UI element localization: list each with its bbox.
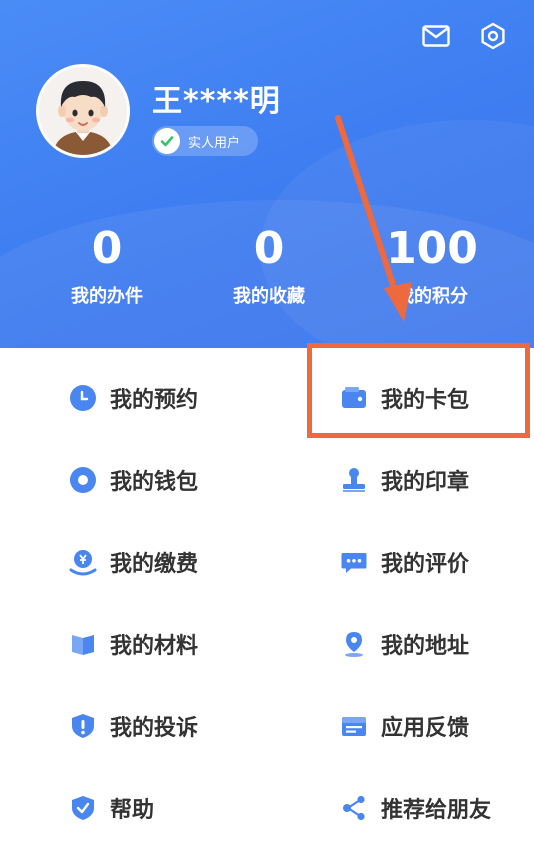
mail-icon[interactable] — [420, 20, 452, 52]
menu-item-payments[interactable]: 我的缴费 — [68, 532, 198, 592]
stat-label: 我的积分 — [396, 286, 468, 307]
username: 王****明 — [152, 84, 281, 119]
menu-item-appointments[interactable]: 我的预约 — [68, 368, 198, 428]
location-icon — [339, 629, 369, 659]
stat-label: 我的收藏 — [233, 286, 305, 307]
clock-icon — [68, 383, 98, 413]
menu-item-app-feedback[interactable]: 应用反馈 — [339, 696, 469, 756]
verified-label: 实人用户 — [188, 135, 241, 151]
menu-item-wallet[interactable]: 我的钱包 — [68, 450, 198, 510]
menu-item-label: 我的卡包 — [381, 388, 470, 413]
comment-icon — [339, 547, 369, 577]
shield-icon — [68, 793, 98, 823]
menu-item-label: 我的投诉 — [110, 716, 199, 741]
menu-item-label: 我的材料 — [110, 634, 199, 659]
menu-item-seals[interactable]: 我的印章 — [339, 450, 469, 510]
avatar[interactable] — [36, 64, 130, 158]
menu-item-card-wallet[interactable]: 我的卡包 — [339, 368, 469, 428]
settings-icon[interactable] — [477, 20, 509, 52]
card-wallet-icon — [339, 383, 369, 413]
complaint-icon — [68, 711, 98, 741]
menu-item-reviews[interactable]: 我的评价 — [339, 532, 469, 592]
stat-label: 我的办件 — [71, 286, 143, 307]
stat-my-favorites[interactable]: 0 我的收藏 — [194, 224, 344, 308]
menu-item-label: 帮助 — [110, 798, 155, 823]
feedback-icon — [339, 711, 369, 741]
menu-item-label: 我的地址 — [381, 634, 470, 659]
check-icon — [154, 128, 180, 154]
menu-item-share[interactable]: 推荐给朋友 — [339, 778, 491, 838]
menu-item-label: 应用反馈 — [381, 716, 470, 741]
menu-item-help[interactable]: 帮助 — [68, 778, 154, 838]
share-icon — [339, 793, 369, 823]
menu-item-materials[interactable]: 我的材料 — [68, 614, 198, 674]
service-menu: 我的预约 我的钱包 我的缴费 我的材料 我的投诉 帮助 我的卡包 我的印章 我的… — [0, 348, 534, 867]
menu-item-addresses[interactable]: 我的地址 — [339, 614, 469, 674]
menu-item-label: 推荐给朋友 — [381, 798, 492, 823]
profile-header: 王****明 实人用户 0 我的办件 0 我的收藏 100 我的积分 — [0, 0, 534, 348]
menu-item-label: 我的印章 — [381, 470, 470, 495]
verified-user-badge: 实人用户 — [152, 126, 258, 156]
stamp-icon — [339, 465, 369, 495]
menu-item-label: 我的钱包 — [110, 470, 199, 495]
stat-my-points[interactable]: 100 我的积分 — [357, 224, 507, 308]
stat-my-cases[interactable]: 0 我的办件 — [32, 224, 182, 308]
wallet-coin-icon — [68, 465, 98, 495]
stat-value: 100 — [386, 223, 478, 274]
menu-item-complaints[interactable]: 我的投诉 — [68, 696, 198, 756]
menu-item-label: 我的预约 — [110, 388, 199, 413]
stat-value: 0 — [91, 223, 123, 274]
stat-value: 0 — [253, 223, 285, 274]
book-icon — [68, 629, 98, 659]
payment-icon — [68, 547, 98, 577]
menu-item-label: 我的缴费 — [110, 552, 199, 577]
menu-item-label: 我的评价 — [381, 552, 470, 577]
